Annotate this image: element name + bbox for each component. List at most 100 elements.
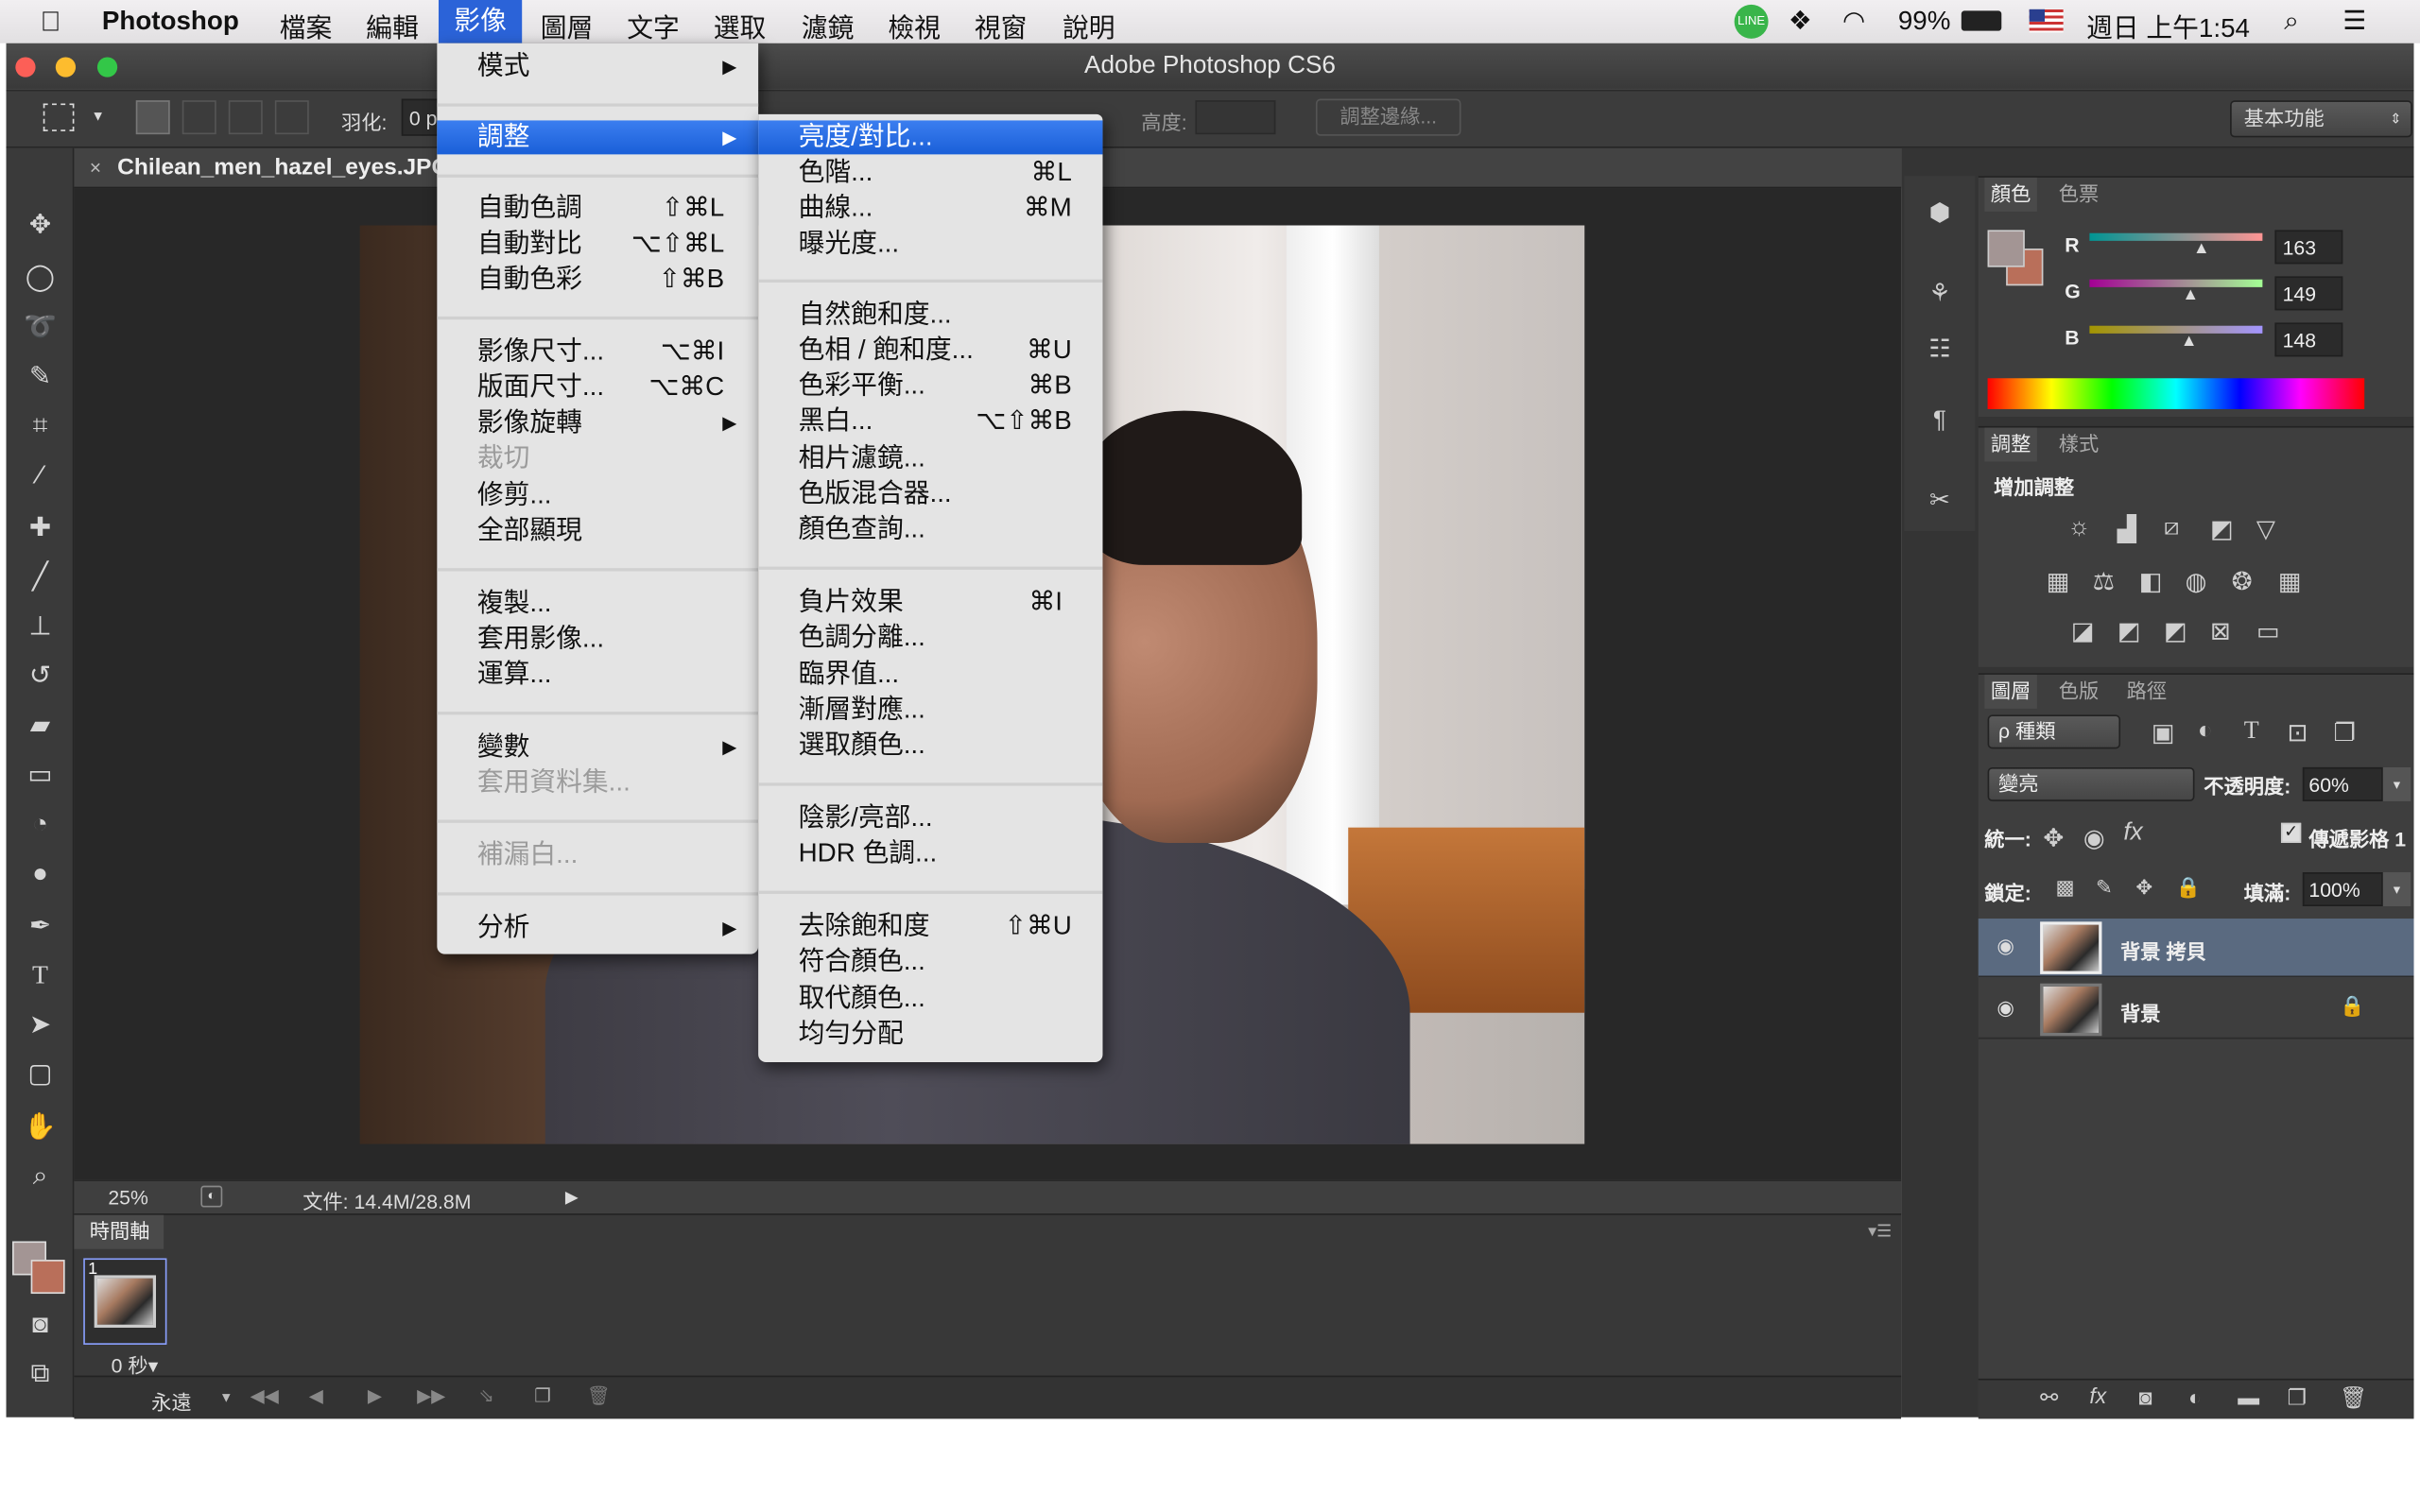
menu-filter[interactable]: 濾鏡 bbox=[802, 7, 855, 45]
move-tool-icon[interactable]: ✥ bbox=[19, 207, 62, 244]
g-slider[interactable] bbox=[2089, 279, 2263, 287]
lock-all-icon[interactable]: 🔒 bbox=[2176, 875, 2201, 900]
posterize-adjust-icon[interactable]: ◩ bbox=[2118, 616, 2141, 647]
submenu-item-exposure[interactable]: 曝光度... bbox=[758, 227, 1102, 261]
visibility-eye-icon[interactable]: ◉ bbox=[1996, 934, 2014, 958]
opacity-dropdown-icon[interactable]: ▾ bbox=[2382, 766, 2411, 801]
g-input[interactable] bbox=[2274, 276, 2343, 311]
unify-style-icon[interactable]: fx bbox=[2123, 819, 2142, 847]
apple-icon[interactable]:  bbox=[40, 7, 60, 39]
tab-paths[interactable]: 路徑 bbox=[2120, 675, 2173, 709]
threshold-adjust-icon[interactable]: ◩ bbox=[2164, 616, 2187, 647]
filter-smart-icon[interactable]: ❐ bbox=[2334, 718, 2356, 749]
kind-filter-dropdown[interactable]: ρ 種類 bbox=[1987, 714, 2121, 749]
menu-layer[interactable]: 圖層 bbox=[541, 7, 594, 45]
submenu-item-replace-color[interactable]: 取代顏色... bbox=[758, 982, 1102, 1016]
clock[interactable]: 週日 上午1:54 bbox=[2086, 7, 2250, 45]
menu-item-duplicate[interactable]: 複製... bbox=[437, 587, 758, 621]
prev-frame-icon[interactable]: ◀ bbox=[309, 1384, 323, 1406]
zoom-level[interactable]: 25% bbox=[108, 1186, 148, 1210]
bw-adjust-icon[interactable]: ◧ bbox=[2139, 567, 2163, 598]
wifi-icon[interactable]: ◠ bbox=[1842, 7, 1865, 38]
sliders-icon[interactable]: ☷ bbox=[1920, 334, 1960, 365]
submenu-item-brightness-contrast[interactable]: 亮度/對比... bbox=[758, 120, 1103, 155]
new-layer-icon[interactable]: ❐ bbox=[2288, 1384, 2308, 1411]
menu-item-auto-color[interactable]: 自動色彩 ⇧⌘B bbox=[437, 263, 758, 297]
lock-transparent-icon[interactable]: ▩ bbox=[2055, 875, 2074, 900]
app-menu[interactable]: Photoshop bbox=[102, 7, 239, 38]
submenu-item-match-color[interactable]: 符合顏色... bbox=[758, 945, 1102, 979]
workspace-dropdown[interactable]: 基本功能 ⇕ bbox=[2230, 100, 2412, 138]
tab-styles[interactable]: 樣式 bbox=[2052, 428, 2105, 462]
delete-frame-icon[interactable]: 🗑 bbox=[587, 1384, 611, 1406]
timeline-tab[interactable]: 時間軸 bbox=[74, 1214, 164, 1249]
status-info-icon[interactable]: ◐ bbox=[200, 1185, 223, 1208]
new-selection-icon[interactable] bbox=[135, 100, 170, 135]
eraser-icon[interactable]: ▰ bbox=[19, 707, 62, 744]
tab-color[interactable]: 顏色 bbox=[1984, 177, 2037, 212]
b-input[interactable] bbox=[2274, 322, 2343, 357]
color-spectrum[interactable] bbox=[1987, 378, 2365, 409]
quick-select-icon[interactable]: ✎ bbox=[19, 358, 62, 395]
photo-filter-adjust-icon[interactable]: ◍ bbox=[2186, 567, 2207, 598]
submenu-item-color-lookup[interactable]: 顏色查詢... bbox=[758, 512, 1102, 546]
rectangle-tool-icon[interactable]: ▢ bbox=[19, 1056, 62, 1092]
subtract-selection-icon[interactable] bbox=[228, 100, 263, 135]
filter-shape-icon[interactable]: ⊡ bbox=[2288, 718, 2308, 749]
path-select-icon[interactable]: ➤ bbox=[19, 1006, 62, 1043]
submenu-item-equalize[interactable]: 均勻分配 bbox=[758, 1018, 1102, 1052]
loop-chevron-icon[interactable]: ▼ bbox=[219, 1389, 233, 1404]
levels-adjust-icon[interactable]: ▟ bbox=[2118, 514, 2136, 545]
next-frame-icon[interactable]: ▶▶ bbox=[417, 1384, 445, 1406]
history-brush-icon[interactable]: ↺ bbox=[19, 658, 62, 695]
menu-item-trim[interactable]: 修剪... bbox=[437, 478, 758, 512]
menu-item-auto-contrast[interactable]: 自動對比 ⌥⇧⌘L bbox=[437, 227, 758, 261]
menu-select[interactable]: 選取 bbox=[714, 7, 767, 45]
hue-sat-adjust-icon[interactable]: ▦ bbox=[2047, 567, 2070, 598]
paragraph-icon[interactable]: ¶ bbox=[1920, 407, 1960, 435]
r-slider-thumb[interactable]: ▲ bbox=[2193, 239, 2210, 258]
notification-icon[interactable]: ☰ bbox=[2342, 7, 2366, 38]
hand-tool-icon[interactable]: ✋ bbox=[19, 1108, 62, 1145]
exposure-adjust-icon[interactable]: ◩ bbox=[2210, 514, 2234, 545]
play-status-icon[interactable]: ▶ bbox=[565, 1187, 579, 1208]
submenu-item-color-balance[interactable]: 色彩平衡... ⌘B bbox=[758, 369, 1102, 403]
screen-mode-icon[interactable]: ⧉ bbox=[19, 1355, 62, 1392]
lock-paint-icon[interactable]: ✎ bbox=[2096, 875, 2113, 900]
submenu-item-channel-mixer[interactable]: 色版混合器... bbox=[758, 477, 1102, 511]
intersect-selection-icon[interactable] bbox=[274, 100, 309, 135]
tools-scissors-icon[interactable]: ✂ bbox=[1920, 485, 1960, 516]
stamp-icon[interactable]: ⊥ bbox=[19, 609, 62, 645]
menu-item-canvas-size[interactable]: 版面尺寸... ⌥⌘C bbox=[437, 370, 758, 404]
add-selection-icon[interactable] bbox=[182, 100, 216, 135]
menu-item-adjustments[interactable]: 調整 ▶ bbox=[437, 120, 759, 155]
fx-icon[interactable]: fx bbox=[2089, 1383, 2106, 1408]
chevron-down-icon[interactable]: ▼ bbox=[91, 108, 105, 123]
submenu-item-hue-saturation[interactable]: 色相 / 飽和度... ⌘U bbox=[758, 334, 1102, 368]
unify-position-icon[interactable]: ✥ bbox=[2043, 823, 2064, 854]
crop-icon[interactable]: ⌗ bbox=[19, 407, 62, 444]
b-slider-thumb[interactable]: ▲ bbox=[2181, 332, 2198, 351]
new-group-icon[interactable]: ▬ bbox=[2238, 1384, 2259, 1409]
line-icon[interactable]: LINE bbox=[1734, 4, 1769, 39]
menu-item-analysis[interactable]: 分析 ▶ bbox=[437, 911, 758, 945]
blend-mode-dropdown[interactable]: 變亮 bbox=[1987, 766, 2195, 801]
tab-swatches[interactable]: 色票 bbox=[2052, 178, 2105, 212]
blur-icon[interactable]: ◔ bbox=[19, 806, 62, 843]
filter-type-icon[interactable]: T bbox=[2244, 718, 2259, 746]
fill-input[interactable]: 100% bbox=[2302, 872, 2383, 906]
height-input[interactable] bbox=[1195, 100, 1276, 135]
dropbox-icon[interactable]: ❖ bbox=[1789, 7, 1812, 38]
menu-view[interactable]: 檢視 bbox=[888, 7, 941, 45]
curves-adjust-icon[interactable]: ⧄ bbox=[2164, 514, 2180, 541]
marquee-tool-icon[interactable] bbox=[43, 103, 75, 131]
first-frame-icon[interactable]: ◀◀ bbox=[251, 1384, 279, 1406]
layer-name[interactable]: 背景 拷貝 bbox=[2120, 936, 2206, 965]
layer-row[interactable]: ◉ 背景 🔒 bbox=[1978, 980, 2414, 1040]
r-input[interactable] bbox=[2274, 230, 2343, 265]
quick-mask-icon[interactable]: ◙ bbox=[19, 1306, 62, 1343]
menu-item-mode[interactable]: 模式 ▶ bbox=[437, 49, 758, 83]
submenu-item-selective-color[interactable]: 選取顏色... bbox=[758, 729, 1102, 763]
unify-visibility-icon[interactable]: ◉ bbox=[2083, 823, 2105, 854]
menu-item-auto-tone[interactable]: 自動色調 ⇧⌘L bbox=[437, 192, 758, 226]
